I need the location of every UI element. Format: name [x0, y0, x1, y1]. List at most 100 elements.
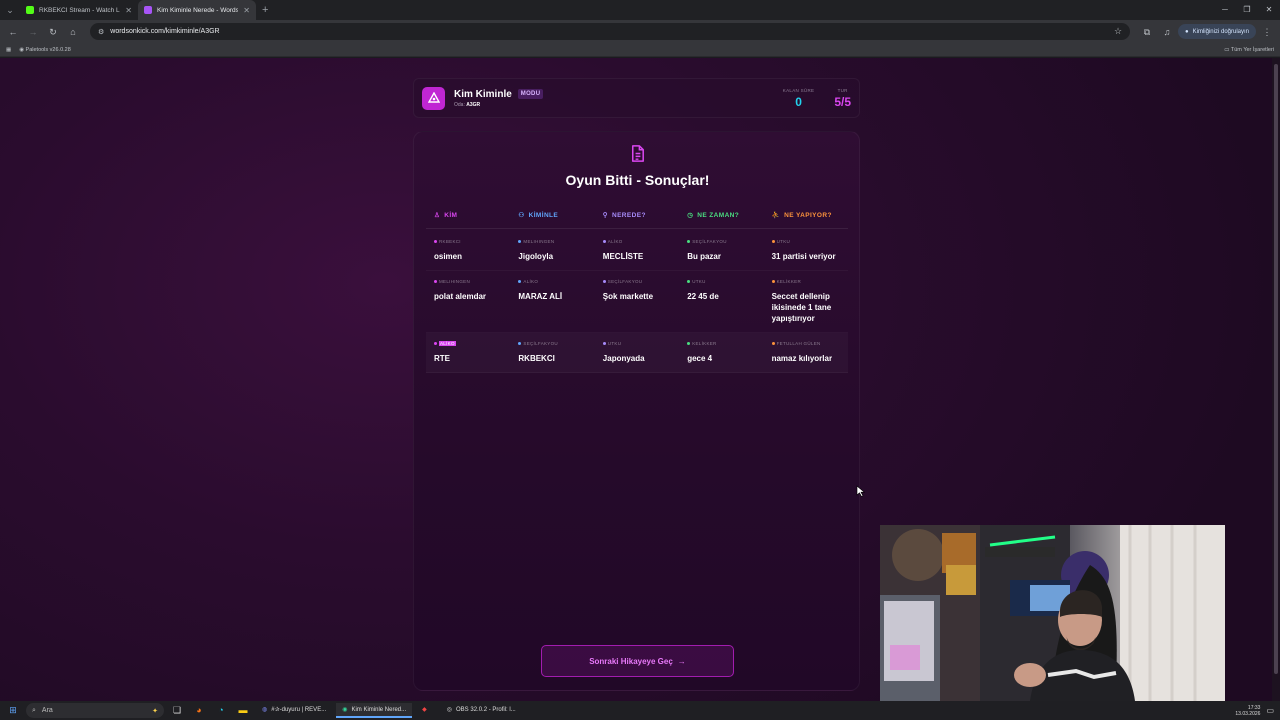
bookmark-paletools[interactable]: ◉ Paletools v26.0.28: [19, 47, 71, 53]
taskbar-app-chrome[interactable]: ◉ Kim Kiminle Nered...: [336, 703, 413, 718]
notifications-icon[interactable]: ▭: [1266, 706, 1274, 715]
document-icon: [628, 144, 647, 168]
close-tab-icon[interactable]: ✕: [243, 6, 250, 15]
apps-grid-icon[interactable]: ▦: [6, 47, 11, 53]
words-favicon-icon: [144, 6, 152, 14]
page-scrollbar[interactable]: [1272, 58, 1280, 701]
result-cell: FETULLAH GÜLEN namaz kılıyorlar: [764, 341, 848, 364]
col-kim: ♙ KİM: [434, 211, 458, 220]
file-explorer-icon[interactable]: ▬: [234, 703, 252, 718]
browser-app-icon[interactable]: ◕: [190, 703, 208, 718]
result-cell: SEÇİLFAKYOU Şok markette: [595, 279, 679, 324]
task-view-icon[interactable]: ❏: [168, 703, 186, 718]
table-row: RKBEKCI osimen MELIHINGEN Jigoloyla ALİKO M…: [426, 231, 848, 271]
restore-icon[interactable]: ❐: [1236, 0, 1258, 20]
next-story-button[interactable]: Sonraki Hikayeye Geç →: [541, 645, 734, 677]
result-cell: ALİKO MECLİSTE: [595, 239, 679, 262]
close-window-icon[interactable]: ✕: [1258, 0, 1280, 20]
table-row: ALİKO RTE SEÇİLFAKYOU RKBEKCI UTKU Japonyad…: [426, 333, 848, 373]
media-icon[interactable]: ♫: [1158, 23, 1176, 41]
answer-text: 22 45 de: [687, 292, 719, 301]
bookmark-star-icon[interactable]: ☆: [1114, 26, 1122, 37]
answer-text: Şok markette: [602, 292, 654, 301]
results-title: Oyun Bitti - Sonuçlar!: [565, 172, 710, 188]
tab-kick-stream[interactable]: RKBEKCI Stream - Watch Live o ✕: [20, 0, 138, 20]
table-row: MELIHINGEN polat alemdar ALİKO MARAZ ALİ S…: [426, 271, 848, 333]
avatar-icon: ●: [1185, 28, 1189, 35]
author-name: UTKU: [692, 279, 706, 284]
answer-text: RTE: [434, 354, 450, 363]
minimize-icon[interactable]: ─: [1214, 0, 1236, 20]
profile-button[interactable]: ● Kimliğinizi doğrulayın: [1178, 24, 1256, 39]
author-name: FETULLAH GÜLEN: [776, 341, 821, 346]
result-cell: SEÇİLFAKYOU RKBEKCI: [510, 341, 594, 364]
window-controls: ─ ❐ ✕: [1214, 0, 1280, 20]
person-icon: ♙: [434, 212, 441, 219]
menu-icon[interactable]: ⋮: [1258, 23, 1276, 41]
result-cell: MELIHINGEN Jigoloyla: [510, 239, 594, 262]
col-nerede: ⚲ NEREDE?: [602, 211, 646, 220]
answer-text: Bu pazar: [687, 252, 721, 261]
close-tab-icon[interactable]: ✕: [125, 6, 132, 15]
column-headers: ♙ KİM ⚇ KİMİNLE ⚲ NEREDE? ◷ NE ZAMAN? ⛹ NE YA…: [426, 211, 848, 229]
answer-text: namaz kılıyorlar: [771, 354, 833, 363]
taskbar-app-red[interactable]: ◆: [416, 703, 437, 718]
answer-text: 31 partisi veriyor: [771, 252, 836, 261]
arrow-right-icon: →: [677, 656, 686, 666]
author-name: ALİKO: [439, 341, 456, 346]
results-card: Oyun Bitti - Sonuçlar! ♙ KİM ⚇ KİMİNLE ⚲ NE…: [413, 131, 860, 691]
author-name: MELIHINGEN: [523, 239, 555, 244]
home-icon[interactable]: ⌂: [64, 23, 82, 41]
site-info-icon[interactable]: ⚙: [98, 28, 104, 36]
answer-text: Jigoloyla: [518, 252, 554, 261]
result-cell: UTKU 31 partisi veriyor: [764, 239, 848, 262]
location-pin-icon: ⚲: [602, 212, 608, 219]
forward-icon[interactable]: →: [24, 23, 42, 41]
round-value: 5/5: [834, 94, 851, 109]
author-name: RKBEKCI: [439, 239, 461, 244]
next-story-label: Sonraki Hikayeye Geç: [589, 656, 673, 666]
browser-toolbar: ← → ↻ ⌂ ⚙ wordsonkick.com/kimkiminle/A3G…: [0, 20, 1280, 43]
chrome-icon: ◉: [342, 707, 348, 713]
answer-text: MARAZ ALİ: [518, 292, 563, 301]
author-name: SEÇİLFAKYOU: [607, 279, 643, 284]
edge-icon[interactable]: ◔: [212, 703, 230, 718]
webcam-image: [880, 525, 1225, 701]
people-icon: ⚇: [518, 212, 525, 219]
address-bar[interactable]: ⚙ wordsonkick.com/kimkiminle/A3GR ☆: [90, 23, 1131, 40]
col-kiminle: ⚇ KİMİNLE: [518, 211, 559, 220]
discord-icon: ◍: [262, 707, 268, 713]
time-left: KALAN SÜRE 0: [782, 87, 815, 109]
taskbar-search[interactable]: ⌕ Ara ✦: [26, 703, 164, 718]
result-cell: RKBEKCI osimen: [426, 239, 510, 262]
tab-search-icon[interactable]: ⌄: [0, 0, 20, 20]
extensions-icon[interactable]: ⧉: [1138, 23, 1156, 41]
search-icon: ⌕: [32, 706, 36, 714]
webcam-overlay: [880, 525, 1225, 701]
room-info: Oda: A3GR: [454, 101, 481, 108]
windows-start-icon[interactable]: ⊞: [4, 703, 22, 718]
browser-tab-bar: ⌄ RKBEKCI Stream - Watch Live o ✕ Kim Ki…: [0, 0, 1280, 20]
result-cell: MELIHINGEN polat alemdar: [426, 279, 510, 324]
back-icon[interactable]: ←: [4, 23, 22, 41]
result-cell: UTKU Japonyada: [595, 341, 679, 364]
reload-icon[interactable]: ↻: [44, 23, 62, 41]
windows-taskbar: ⊞ ⌕ Ara ✦ ❏ ◕ ◔ ▬ ◍ #✰-duyuru | REVE... ◉…: [0, 701, 1280, 720]
col-ne-zaman: ◷ NE ZAMAN?: [687, 211, 740, 220]
time-left-value: 0: [795, 94, 802, 109]
author-name: UTKU: [776, 239, 791, 244]
result-cell: KELİKKER Seccet dellenip ikisinede 1 tane…: [764, 279, 848, 324]
taskbar-app-discord[interactable]: ◍ #✰-duyuru | REVE...: [256, 703, 332, 718]
col-ne-yapiyor: ⛹ NE YAPIYOR?: [771, 211, 832, 220]
result-cell: SEÇİLFAKYOU Bu pazar: [679, 239, 763, 262]
tab-title: RKBEKCI Stream - Watch Live o: [39, 6, 120, 14]
game-title: Kim Kiminle: [454, 88, 512, 100]
taskbar-app-obs[interactable]: ◎ OBS 32.0.2 - Profil: l...: [441, 703, 522, 718]
author-name: UTKU: [607, 341, 622, 346]
new-tab-icon[interactable]: +: [256, 4, 274, 16]
running-icon: ⛹: [771, 212, 781, 219]
tab-kim-kiminle[interactable]: Kim Kiminle Nerede - Words O ✕: [138, 0, 256, 20]
author-name: ALİKO: [523, 279, 539, 284]
all-bookmarks[interactable]: ▭ Tüm Yer İşaretleri: [1224, 47, 1274, 53]
answer-text: MECLİSTE: [602, 252, 644, 261]
